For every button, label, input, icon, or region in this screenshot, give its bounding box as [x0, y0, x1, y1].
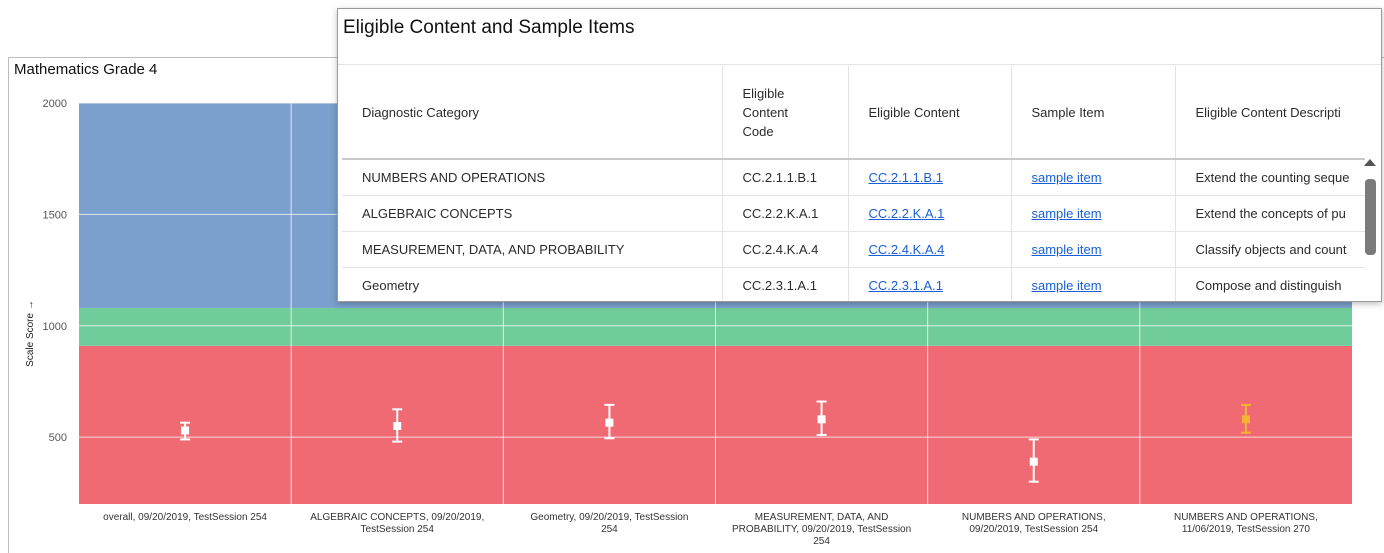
code-header-line: Eligible: [742, 85, 785, 101]
eligible-content-dialog: Eligible Content and Sample Items Diagno…: [337, 8, 1382, 302]
column-header-content: Eligible Content: [847, 66, 1011, 160]
category-cell: ALGEBRAIC CONCEPTS: [342, 195, 722, 232]
sample-cell: sample item: [1010, 158, 1175, 196]
category-cell: Geometry: [342, 267, 722, 301]
sample-item-link[interactable]: sample item: [1032, 206, 1102, 221]
code-cell: CC.2.3.1.A.1: [721, 267, 848, 301]
x-category-label: NUMBERS AND OPERATIONS,: [962, 512, 1106, 523]
data-point: [817, 415, 826, 424]
dialog-title: Eligible Content and Sample Items: [343, 17, 635, 38]
x-category-label: 11/06/2019, TestSession 270: [1182, 524, 1311, 535]
content-cell: CC.2.3.1.A.1: [847, 267, 1011, 301]
data-point: [605, 418, 614, 427]
eligible-content-link[interactable]: CC.2.2.K.A.1: [869, 206, 945, 221]
data-point: [1241, 415, 1250, 424]
column-header-description: Eligible Content Descripti: [1174, 66, 1365, 160]
scroll-up-icon[interactable]: [1364, 159, 1376, 166]
x-category-label: overall, 09/20/2019, TestSession 254: [103, 512, 267, 523]
y-tick-label: 1000: [43, 321, 67, 333]
x-category-label: 254: [601, 524, 618, 535]
content-cell: CC.2.4.K.A.4: [847, 231, 1011, 268]
description-cell: Classify objects and count: [1174, 231, 1365, 268]
code-cell: CC.2.4.K.A.4: [721, 231, 848, 268]
sample-item-link[interactable]: sample item: [1032, 170, 1102, 185]
category-cell: MEASUREMENT, DATA, AND PROBABILITY: [342, 231, 722, 268]
sample-item-link[interactable]: sample item: [1032, 278, 1102, 293]
sample-item-link[interactable]: sample item: [1032, 242, 1102, 257]
eligible-content-link[interactable]: CC.2.4.K.A.4: [869, 242, 945, 257]
content-cell: CC.2.2.K.A.1: [847, 195, 1011, 232]
column-header-category: Diagnostic Category: [342, 66, 722, 160]
table-row: NUMBERS AND OPERATIONS CC.2.1.1.B.1 CC.2…: [342, 158, 1365, 196]
x-category-label: PROBABILITY, 09/20/2019, TestSession: [732, 524, 911, 535]
y-tick-label: 1500: [43, 209, 67, 221]
description-cell: Compose and distinguish: [1174, 267, 1365, 301]
x-category-label: 09/20/2019, TestSession 254: [969, 524, 1098, 535]
table-header-row: Diagnostic Category Eligible Content Cod…: [342, 66, 1365, 160]
table-row: Geometry CC.2.3.1.A.1 CC.2.3.1.A.1 sampl…: [342, 267, 1365, 301]
x-category-label: NUMBERS AND OPERATIONS,: [1174, 512, 1318, 523]
column-header-code: Eligible Content Code: [721, 66, 848, 160]
eligible-content-link[interactable]: CC.2.3.1.A.1: [869, 278, 943, 293]
sample-cell: sample item: [1010, 267, 1175, 301]
code-cell: CC.2.2.K.A.1: [721, 195, 848, 232]
content-cell: CC.2.1.1.B.1: [847, 158, 1011, 196]
table-scrollbar[interactable]: [1362, 157, 1378, 299]
x-category-label: TestSession 254: [361, 524, 435, 535]
table-row: MEASUREMENT, DATA, AND PROBABILITY CC.2.…: [342, 231, 1365, 268]
data-point: [181, 426, 190, 435]
sample-cell: sample item: [1010, 195, 1175, 232]
y-tick-label: 2000: [43, 98, 67, 110]
chart-title: Mathematics Grade 4: [14, 61, 158, 78]
x-category-label: MEASUREMENT, DATA, AND: [755, 512, 889, 523]
description-cell: Extend the concepts of pu: [1174, 195, 1365, 232]
code-cell: CC.2.1.1.B.1: [721, 158, 848, 196]
eligible-content-table: Diagnostic Category Eligible Content Cod…: [342, 66, 1365, 301]
scrollbar-thumb[interactable]: [1365, 179, 1376, 255]
divider: [338, 64, 1381, 65]
data-point: [1029, 457, 1038, 466]
eligible-content-link[interactable]: CC.2.1.1.B.1: [869, 170, 943, 185]
sample-cell: sample item: [1010, 231, 1175, 268]
x-category-label: 254: [813, 536, 830, 547]
column-header-sample: Sample Item: [1010, 66, 1175, 160]
table-row: ALGEBRAIC CONCEPTS CC.2.2.K.A.1 CC.2.2.K…: [342, 195, 1365, 232]
code-header-line: Content: [742, 104, 789, 120]
y-axis-title: Scale Score →: [25, 300, 36, 367]
code-header-line: Code: [742, 123, 774, 139]
category-cell: NUMBERS AND OPERATIONS: [342, 158, 722, 196]
x-category-label: ALGEBRAIC CONCEPTS, 09/20/2019,: [310, 512, 484, 523]
data-point: [393, 422, 402, 431]
description-cell: Extend the counting seque: [1174, 158, 1365, 196]
y-tick-label: 500: [49, 432, 67, 444]
x-category-label: Geometry, 09/20/2019, TestSession: [530, 512, 688, 523]
